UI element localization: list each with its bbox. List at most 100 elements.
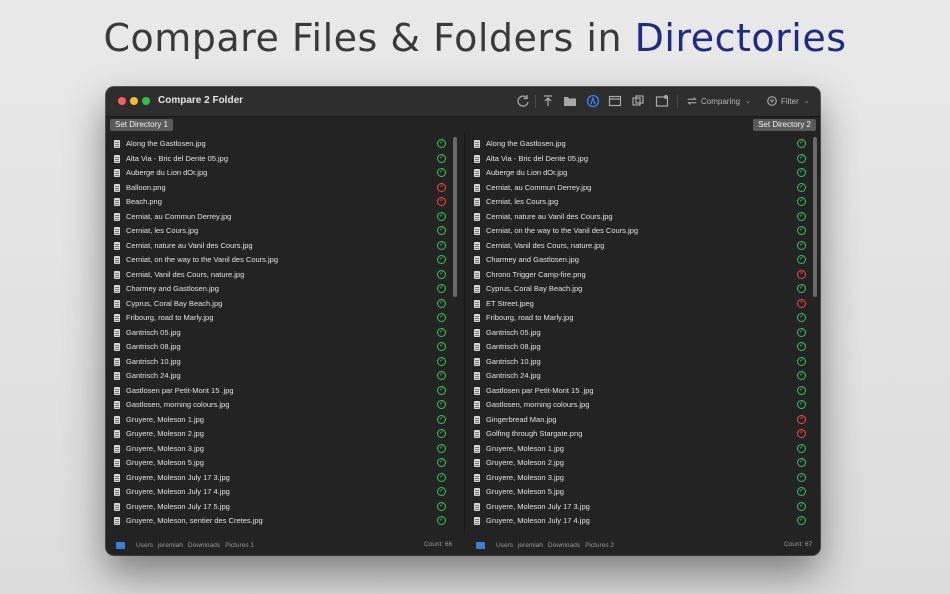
file-row[interactable]: Gruyere, Moleson 3.jpg ✓	[470, 471, 820, 486]
file-row[interactable]: Cerniat, au Commun Derrey.jpg ✓	[470, 181, 820, 196]
file-row[interactable]: Charmey and Gastlosen.jpg ✓	[470, 253, 820, 268]
set-directory-2-button[interactable]: Set Directory 2	[753, 119, 816, 131]
file-name: Alta Via - Bric del Dente 05.jpg	[126, 153, 229, 163]
left-scrollbar[interactable]	[453, 137, 457, 297]
pane-divider[interactable]	[464, 133, 465, 533]
match-check-icon: ✓	[797, 472, 806, 482]
file-row[interactable]: Balloon.png ×	[110, 181, 462, 196]
file-row[interactable]: Gantrisch 05.jpg ✓	[470, 326, 820, 341]
file-row[interactable]: Cerniat, Vanil des Cours, nature.jpg ✓	[470, 239, 820, 254]
file-row[interactable]: Cyprus, Coral Bay Beach.jpg ✓	[470, 282, 820, 297]
file-row[interactable]: Gantrisch 05.jpg ✓	[110, 326, 462, 341]
file-row[interactable]: Gantrisch 08.jpg ✓	[110, 340, 462, 355]
file-icon	[474, 343, 480, 351]
path-segment[interactable]: jeremiah	[518, 542, 543, 549]
file-name: Gantrisch 05.jpg	[486, 327, 541, 337]
file-row[interactable]: Cerniat, les Cours.jpg ✓	[470, 195, 820, 210]
file-row[interactable]: Gruyere, Moleson, sentier des Cretes.jpg…	[110, 514, 462, 529]
folder-icon[interactable]	[563, 94, 577, 108]
file-icon	[474, 430, 480, 438]
path-segment[interactable]: Downloads	[188, 542, 220, 549]
file-row[interactable]: Gastlosen par Petit-Mont 15 .jpg ✓	[470, 384, 820, 399]
file-row[interactable]: Gruyere, Moleson July 17 4.jpg ✓	[110, 485, 462, 500]
path-segment[interactable]: Users	[496, 542, 513, 549]
file-icon	[114, 415, 120, 424]
file-row[interactable]: Gastlosen par Petit-Mont 15 .jpg ✓	[110, 384, 462, 399]
file-row[interactable]: Gruyere, Moleson July 17 5.jpg ✓	[110, 500, 462, 515]
file-row[interactable]: Auberge du Lion dOr.jpg ✓	[110, 166, 462, 181]
file-row[interactable]: Beach.png ×	[110, 195, 462, 210]
minimize-window-button[interactable]	[130, 97, 138, 105]
file-row[interactable]: Gantrisch 08.jpg ✓	[470, 340, 820, 355]
mismatch-x-icon: ×	[437, 197, 446, 206]
path-segment[interactable]: Downloads	[548, 542, 580, 549]
file-row[interactable]: Cerniat, Vanil des Cours, nature.jpg ✓	[110, 268, 462, 283]
right-scrollbar[interactable]	[813, 137, 817, 297]
file-name: Gruyere, Moleson July 17 3.jpg	[486, 501, 590, 511]
mismatch-x-icon: ×	[797, 414, 806, 424]
file-row[interactable]: Gantrisch 10.jpg ✓	[110, 355, 462, 370]
file-row[interactable]: Along the Gastlosen.jpg ✓	[110, 137, 462, 152]
file-row[interactable]: Gantrisch 10.jpg ✓	[470, 355, 820, 370]
file-name: Balloon.png	[126, 182, 166, 192]
sync-icon[interactable]	[631, 94, 645, 108]
path-segment[interactable]: Pictures 1	[225, 542, 254, 549]
window-icon[interactable]	[608, 94, 622, 108]
chevron-down-icon: ⌄	[803, 98, 810, 105]
file-row[interactable]: Gruyere, Moleson 2.jpg ✓	[110, 427, 462, 442]
file-row[interactable]: Along the Gastlosen.jpg ✓	[470, 137, 820, 152]
file-row[interactable]: Gingerbread Man.jpg ×	[470, 413, 820, 428]
file-row[interactable]: Cerniat, au Commun Derrey.jpg ✓	[110, 210, 462, 225]
mismatch-x-icon: ×	[797, 269, 806, 279]
file-row[interactable]: Alta Via - Bric del Dente 05.jpg ✓	[470, 152, 820, 167]
comparing-menu[interactable]: Comparing ⌄	[686, 94, 751, 108]
file-row[interactable]: Gruyere, Moleson July 17 3.jpg ✓	[470, 500, 820, 515]
file-row[interactable]: Gastlosen, morning colours.jpg ✓	[470, 398, 820, 413]
file-row[interactable]: Cerniat, on the way to the Vanil des Cou…	[110, 253, 462, 268]
file-row[interactable]: Gruyere, Moleson 1.jpg ✓	[110, 413, 462, 428]
file-name: Gantrisch 24.jpg	[486, 371, 541, 380]
set-directory-1-button[interactable]: Set Directory 1	[110, 119, 173, 131]
file-icon	[114, 140, 120, 148]
file-row[interactable]: Gruyere, Moleson July 17 4.jpg ✓	[470, 514, 820, 529]
file-row[interactable]: Cerniat, les Cours.jpg ✓	[110, 224, 462, 239]
refresh-icon[interactable]	[516, 94, 530, 108]
file-name: Gruyere, Moleson July 17 3.jpg	[126, 472, 230, 482]
close-window-button[interactable]	[118, 97, 126, 105]
file-row[interactable]: Fribourg, road to Marly.jpg ✓	[470, 311, 820, 326]
file-row[interactable]: Gruyere, Moleson 3.jpg ✓	[110, 442, 462, 457]
file-row[interactable]: Cyprus, Coral Bay Beach.jpg ✓	[110, 297, 462, 312]
file-row[interactable]: Alta Via - Bric del Dente 05.jpg ✓	[110, 152, 462, 167]
file-icon	[474, 285, 480, 293]
path-segment[interactable]: Users	[136, 542, 153, 549]
file-row[interactable]: Gastlosen, morning colours.jpg ✓	[110, 398, 462, 413]
file-name: Cerniat, nature au Vanil des Cours.jpg	[486, 211, 613, 221]
file-name: Gruyere, Moleson 2.jpg	[126, 429, 204, 438]
path-segment[interactable]: Pictures 2	[585, 542, 614, 549]
compare-mode-icon[interactable]	[586, 94, 600, 108]
match-check-icon: ✓	[437, 168, 446, 177]
file-row[interactable]: Gantrisch 24.jpg ✓	[110, 369, 462, 384]
folder-settings-icon[interactable]	[655, 94, 669, 108]
file-row[interactable]: Chrono Trigger Camp-fire.png ×	[470, 268, 820, 283]
file-row[interactable]: ET Street.jpeg ×	[470, 297, 820, 312]
file-row[interactable]: Gantrisch 24.jpg ✓	[470, 369, 820, 384]
file-row[interactable]: Auberge du Lion dOr.jpg ✓	[470, 166, 820, 181]
file-row[interactable]: Gruyere, Moleson 5.jpg ✓	[110, 456, 462, 471]
upload-icon[interactable]	[541, 94, 555, 108]
file-name: Fribourg, road to Marly.jpg	[486, 313, 574, 322]
file-row[interactable]: Gruyere, Moleson July 17 3.jpg ✓	[110, 471, 462, 486]
file-row[interactable]: Gruyere, Moleson 5.jpg ✓	[470, 485, 820, 500]
file-row[interactable]: Cerniat, nature au Vanil des Cours.jpg ✓	[110, 239, 462, 254]
file-name: Cerniat, nature au Vanil des Cours.jpg	[126, 240, 253, 250]
file-row[interactable]: Charmey and Gastlosen.jpg ✓	[110, 282, 462, 297]
file-row[interactable]: Cerniat, on the way to the Vanil des Cou…	[470, 224, 820, 239]
file-row[interactable]: Golfing through Stargate.png ×	[470, 427, 820, 442]
filter-menu[interactable]: Filter ⌄	[766, 94, 810, 108]
file-row[interactable]: Gruyere, Moleson 2.jpg ✓	[470, 456, 820, 471]
file-row[interactable]: Cerniat, nature au Vanil des Cours.jpg ✓	[470, 210, 820, 225]
file-row[interactable]: Gruyere, Moleson 1.jpg ✓	[470, 442, 820, 457]
zoom-window-button[interactable]	[142, 97, 150, 105]
path-segment[interactable]: jeremiah	[158, 542, 183, 549]
file-row[interactable]: Fribourg, road to Marly.jpg ✓	[110, 311, 462, 326]
